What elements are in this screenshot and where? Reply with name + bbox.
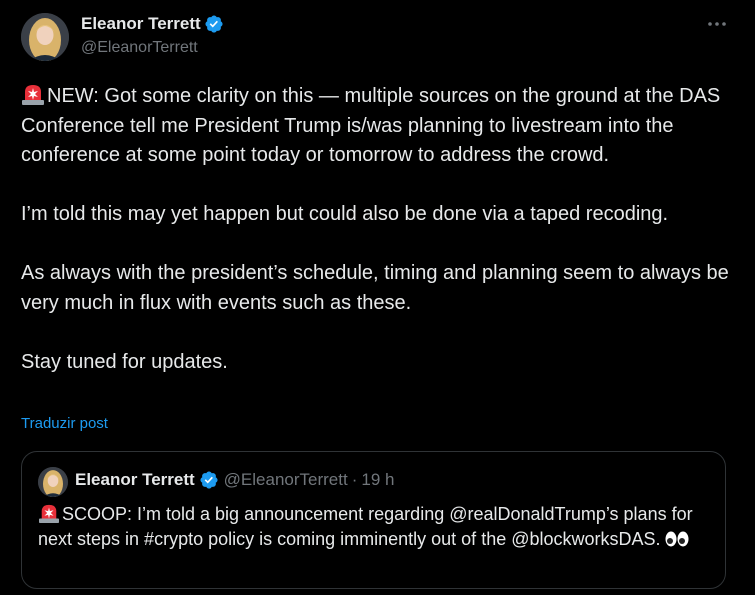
- avatar-photo-icon: [38, 467, 68, 497]
- post-paragraph: NEW: Got some clarity on this — multiple…: [21, 82, 741, 171]
- siren-emoji-icon: [39, 504, 59, 523]
- post-card: Eleanor Terrett @EleanorTerrett NEW: Got…: [0, 0, 755, 595]
- quoted-text-content: SCOOP: I’m told a big announcement regar…: [38, 504, 693, 549]
- quoted-header: Eleanor Terrett @EleanorTerrett · 19 h: [75, 470, 394, 490]
- quoted-display-name: Eleanor Terrett: [75, 470, 195, 489]
- quoted-timestamp[interactable]: 19 h: [361, 470, 394, 490]
- quoted-handle: @EleanorTerrett: [223, 470, 348, 489]
- verified-badge-icon: [200, 471, 218, 489]
- post-paragraph: Stay tuned for updates.: [21, 350, 228, 373]
- post-paragraph: As always with the president’s schedule,…: [21, 262, 729, 314]
- siren-emoji-icon: [22, 85, 44, 105]
- post-paragraph-text: NEW: Got some clarity on this — multiple…: [21, 85, 721, 166]
- quoted-text: SCOOP: I’m told a big announcement regar…: [38, 502, 718, 552]
- post-paragraph: I’m told this may yet happen but could a…: [21, 203, 669, 225]
- avatar-photo-icon: [21, 13, 69, 61]
- author-avatar[interactable]: [21, 13, 69, 61]
- verified-badge-icon[interactable]: [204, 14, 224, 34]
- quoted-author-avatar[interactable]: [38, 467, 68, 497]
- more-horizontal-icon: [708, 22, 726, 26]
- quoted-separator: ·: [351, 470, 358, 489]
- eyes-emoji-icon: [665, 531, 689, 547]
- author-name-row: Eleanor Terrett: [81, 14, 224, 34]
- more-options-button[interactable]: [700, 12, 734, 36]
- post-text: NEW: Got some clarity on this — multiple…: [21, 82, 741, 377]
- quoted-post[interactable]: Eleanor Terrett @EleanorTerrett · 19 h S…: [21, 451, 726, 589]
- author-handle[interactable]: @EleanorTerrett: [81, 39, 198, 57]
- translate-post-link[interactable]: Traduzir post: [21, 415, 108, 432]
- author-display-name[interactable]: Eleanor Terrett: [81, 14, 201, 34]
